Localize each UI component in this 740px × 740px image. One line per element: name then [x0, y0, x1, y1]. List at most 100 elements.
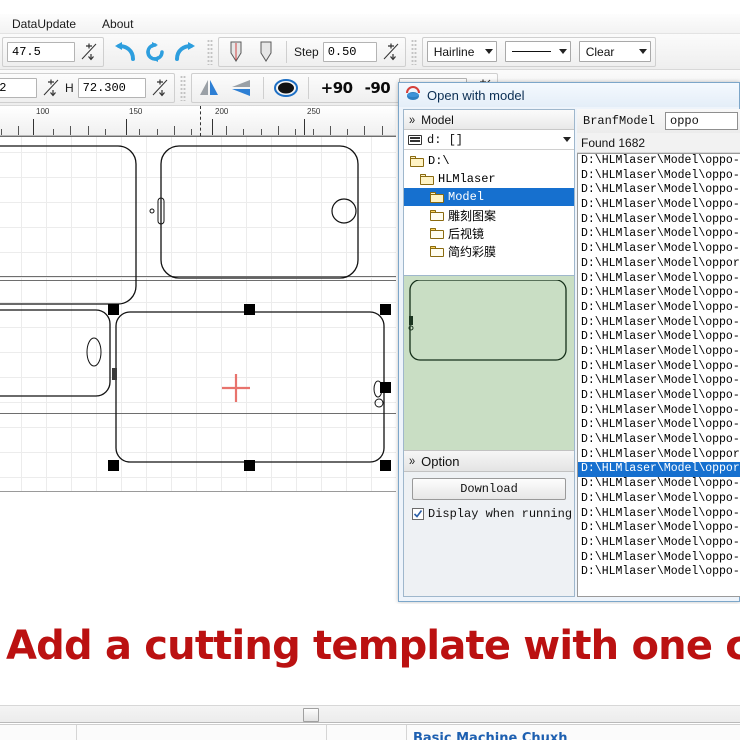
file-list-row[interactable]: D:\HLMlaser\Model\oppo-: [578, 433, 740, 448]
blade-red-icon[interactable]: [223, 39, 249, 65]
folder-tree[interactable]: D:\ HLMlaser Model 雕刻图案 后视镜 简约彩膜: [404, 150, 574, 275]
clear-value: Clear: [585, 44, 615, 59]
phone-outline-left-top[interactable]: [0, 145, 137, 305]
file-list-row[interactable]: D:\HLMlaser\Model\oppo-: [578, 565, 740, 580]
edge-handle-mid-left[interactable]: [112, 368, 117, 380]
horizontal-ruler[interactable]: 100 150 200 250: [0, 106, 396, 136]
chevron-down-icon: [558, 49, 567, 54]
toolbar-grip-1[interactable]: [207, 38, 213, 65]
display-when-running-row[interactable]: Display when running: [412, 507, 572, 521]
tree-node-5[interactable]: 简约彩膜: [404, 242, 574, 260]
horizontal-scrollbar[interactable]: [0, 705, 740, 723]
zoom-input[interactable]: 47.5: [7, 41, 75, 62]
tree-node-1[interactable]: HLMlaser: [404, 170, 574, 188]
file-list-row[interactable]: D:\HLMlaser\Model\oppor: [578, 462, 740, 478]
file-list-row[interactable]: D:\HLMlaser\Model\oppo-: [578, 272, 740, 287]
file-list-row[interactable]: D:\HLMlaser\Model\oppo-: [578, 374, 740, 389]
style-group: Hairline Clear: [421, 36, 656, 67]
menu-item-dataupdate[interactable]: DataUpdate: [8, 16, 80, 32]
file-list-row[interactable]: D:\HLMlaser\Model\oppo-: [578, 345, 740, 360]
file-list-row[interactable]: D:\HLMlaser\Model\oppo-: [578, 551, 740, 566]
file-list-row[interactable]: D:\HLMlaser\Model\oppo-: [578, 330, 740, 345]
file-list-row[interactable]: D:\HLMlaser\Model\oppo-: [578, 521, 740, 536]
design-canvas[interactable]: 100 150 200 250: [0, 106, 396, 521]
redo-cycle-icon[interactable]: [142, 39, 168, 65]
folder-closed-icon: [430, 227, 444, 239]
rotate-ccw-button[interactable]: -90: [362, 79, 394, 97]
hairline-select[interactable]: Hairline: [426, 41, 497, 62]
file-list-row[interactable]: D:\HLMlaser\Model\oppo-: [578, 536, 740, 551]
file-list-row[interactable]: D:\HLMlaser\Model\oppo-: [578, 477, 740, 492]
phone-outline-left-bottom[interactable]: [0, 309, 111, 397]
toolbar-grip-3[interactable]: [179, 74, 186, 101]
undo-icon[interactable]: [112, 39, 138, 65]
ruler-origin-marker: [200, 106, 201, 136]
filled-ellipse-icon[interactable]: [273, 75, 299, 101]
linestyle-select[interactable]: [504, 41, 571, 62]
file-list-row[interactable]: D:\HLMlaser\Model\oppo-: [578, 418, 740, 433]
canvas-lower-area: [0, 491, 396, 521]
tree-node-0[interactable]: D:\: [404, 152, 574, 170]
ruler-tick-major: [33, 119, 34, 135]
model-panel-header[interactable]: » Model: [404, 110, 574, 130]
folder-open-icon: [430, 191, 444, 203]
model-right-pane: BranfModel oppo Found 1682 D:\HLMlaser\M…: [577, 109, 740, 597]
folder-open-icon: [420, 173, 434, 185]
file-list-row[interactable]: D:\HLMlaser\Model\oppo-: [578, 242, 740, 257]
file-list-row[interactable]: D:\HLMlaser\Model\oppo-: [578, 169, 740, 184]
display-when-running-checkbox[interactable]: [412, 508, 424, 520]
file-list-row[interactable]: D:\HLMlaser\Model\oppo-: [578, 389, 740, 404]
window-top-strip: [0, 0, 740, 14]
ruler-label-150: 150: [129, 107, 143, 116]
height-label: H: [65, 80, 74, 95]
tree-node-label: D:\: [428, 154, 450, 168]
clear-select[interactable]: Clear: [578, 41, 651, 62]
zoom-stepper[interactable]: [79, 42, 99, 62]
height-input[interactable]: 72.300: [77, 77, 146, 98]
toolbar-separator-b: [262, 76, 264, 99]
file-list-row[interactable]: D:\HLMlaser\Model\oppo-: [578, 227, 740, 242]
width-input[interactable]: 62: [0, 77, 37, 98]
blade-gray-icon[interactable]: [253, 39, 279, 65]
file-list-row[interactable]: D:\HLMlaser\Model\oppo-: [578, 360, 740, 375]
menu-item-about[interactable]: About: [98, 16, 137, 32]
tree-node-2[interactable]: Model: [404, 188, 574, 206]
file-list-row[interactable]: D:\HLMlaser\Model\oppo-: [578, 316, 740, 331]
file-list-row[interactable]: D:\HLMlaser\Model\oppor: [578, 257, 740, 272]
mirror-horizontal-icon[interactable]: [228, 75, 254, 101]
toolbar-grip-2[interactable]: [410, 38, 417, 65]
step-stepper[interactable]: [381, 42, 401, 62]
model-preview-pane[interactable]: [404, 275, 574, 450]
step-input[interactable]: 0.50: [322, 41, 377, 62]
drive-select[interactable]: d: []: [404, 130, 574, 150]
rotate-cw-button[interactable]: +90: [318, 79, 356, 97]
file-list-row[interactable]: D:\HLMlaser\Model\oppor: [578, 448, 740, 463]
history-group: [108, 37, 202, 67]
line-preview-icon: [511, 51, 551, 52]
scrollbar-thumb[interactable]: [303, 708, 319, 722]
file-list-row[interactable]: D:\HLMlaser\Model\oppo-: [578, 183, 740, 198]
brand-model-input[interactable]: oppo: [665, 112, 738, 130]
file-list-row[interactable]: D:\HLMlaser\Model\oppo-: [578, 154, 740, 169]
file-list-row[interactable]: D:\HLMlaser\Model\oppo-: [578, 301, 740, 316]
status-bar: Basic Machine Chuxh: [0, 724, 740, 740]
file-list-row[interactable]: D:\HLMlaser\Model\oppo-: [578, 286, 740, 301]
promo-caption: Add a cutting template with one click: [0, 604, 740, 688]
file-list-row[interactable]: D:\HLMlaser\Model\oppo-: [578, 492, 740, 507]
tree-node-3[interactable]: 雕刻图案: [404, 206, 574, 224]
width-stepper[interactable]: [41, 78, 61, 98]
model-file-list[interactable]: D:\HLMlaser\Model\oppo- D:\HLMlaser\Model…: [577, 153, 740, 597]
redo-icon[interactable]: [172, 39, 198, 65]
download-button[interactable]: Download: [412, 478, 566, 500]
phone-outline-right-top[interactable]: [160, 145, 359, 279]
mirror-vertical-icon[interactable]: [196, 75, 222, 101]
file-list-row[interactable]: D:\HLMlaser\Model\oppo-: [578, 198, 740, 213]
dialog-titlebar[interactable]: Open with model: [399, 83, 739, 107]
file-list-row[interactable]: D:\HLMlaser\Model\oppo-: [578, 507, 740, 522]
file-list-row[interactable]: D:\HLMlaser\Model\oppo-: [578, 404, 740, 419]
option-panel-header[interactable]: » Option: [404, 450, 574, 472]
file-list-row[interactable]: D:\HLMlaser\Model\oppo-: [578, 213, 740, 228]
tree-node-4[interactable]: 后视镜: [404, 224, 574, 242]
canvas-shapes[interactable]: [0, 136, 396, 491]
height-stepper[interactable]: [150, 78, 170, 98]
